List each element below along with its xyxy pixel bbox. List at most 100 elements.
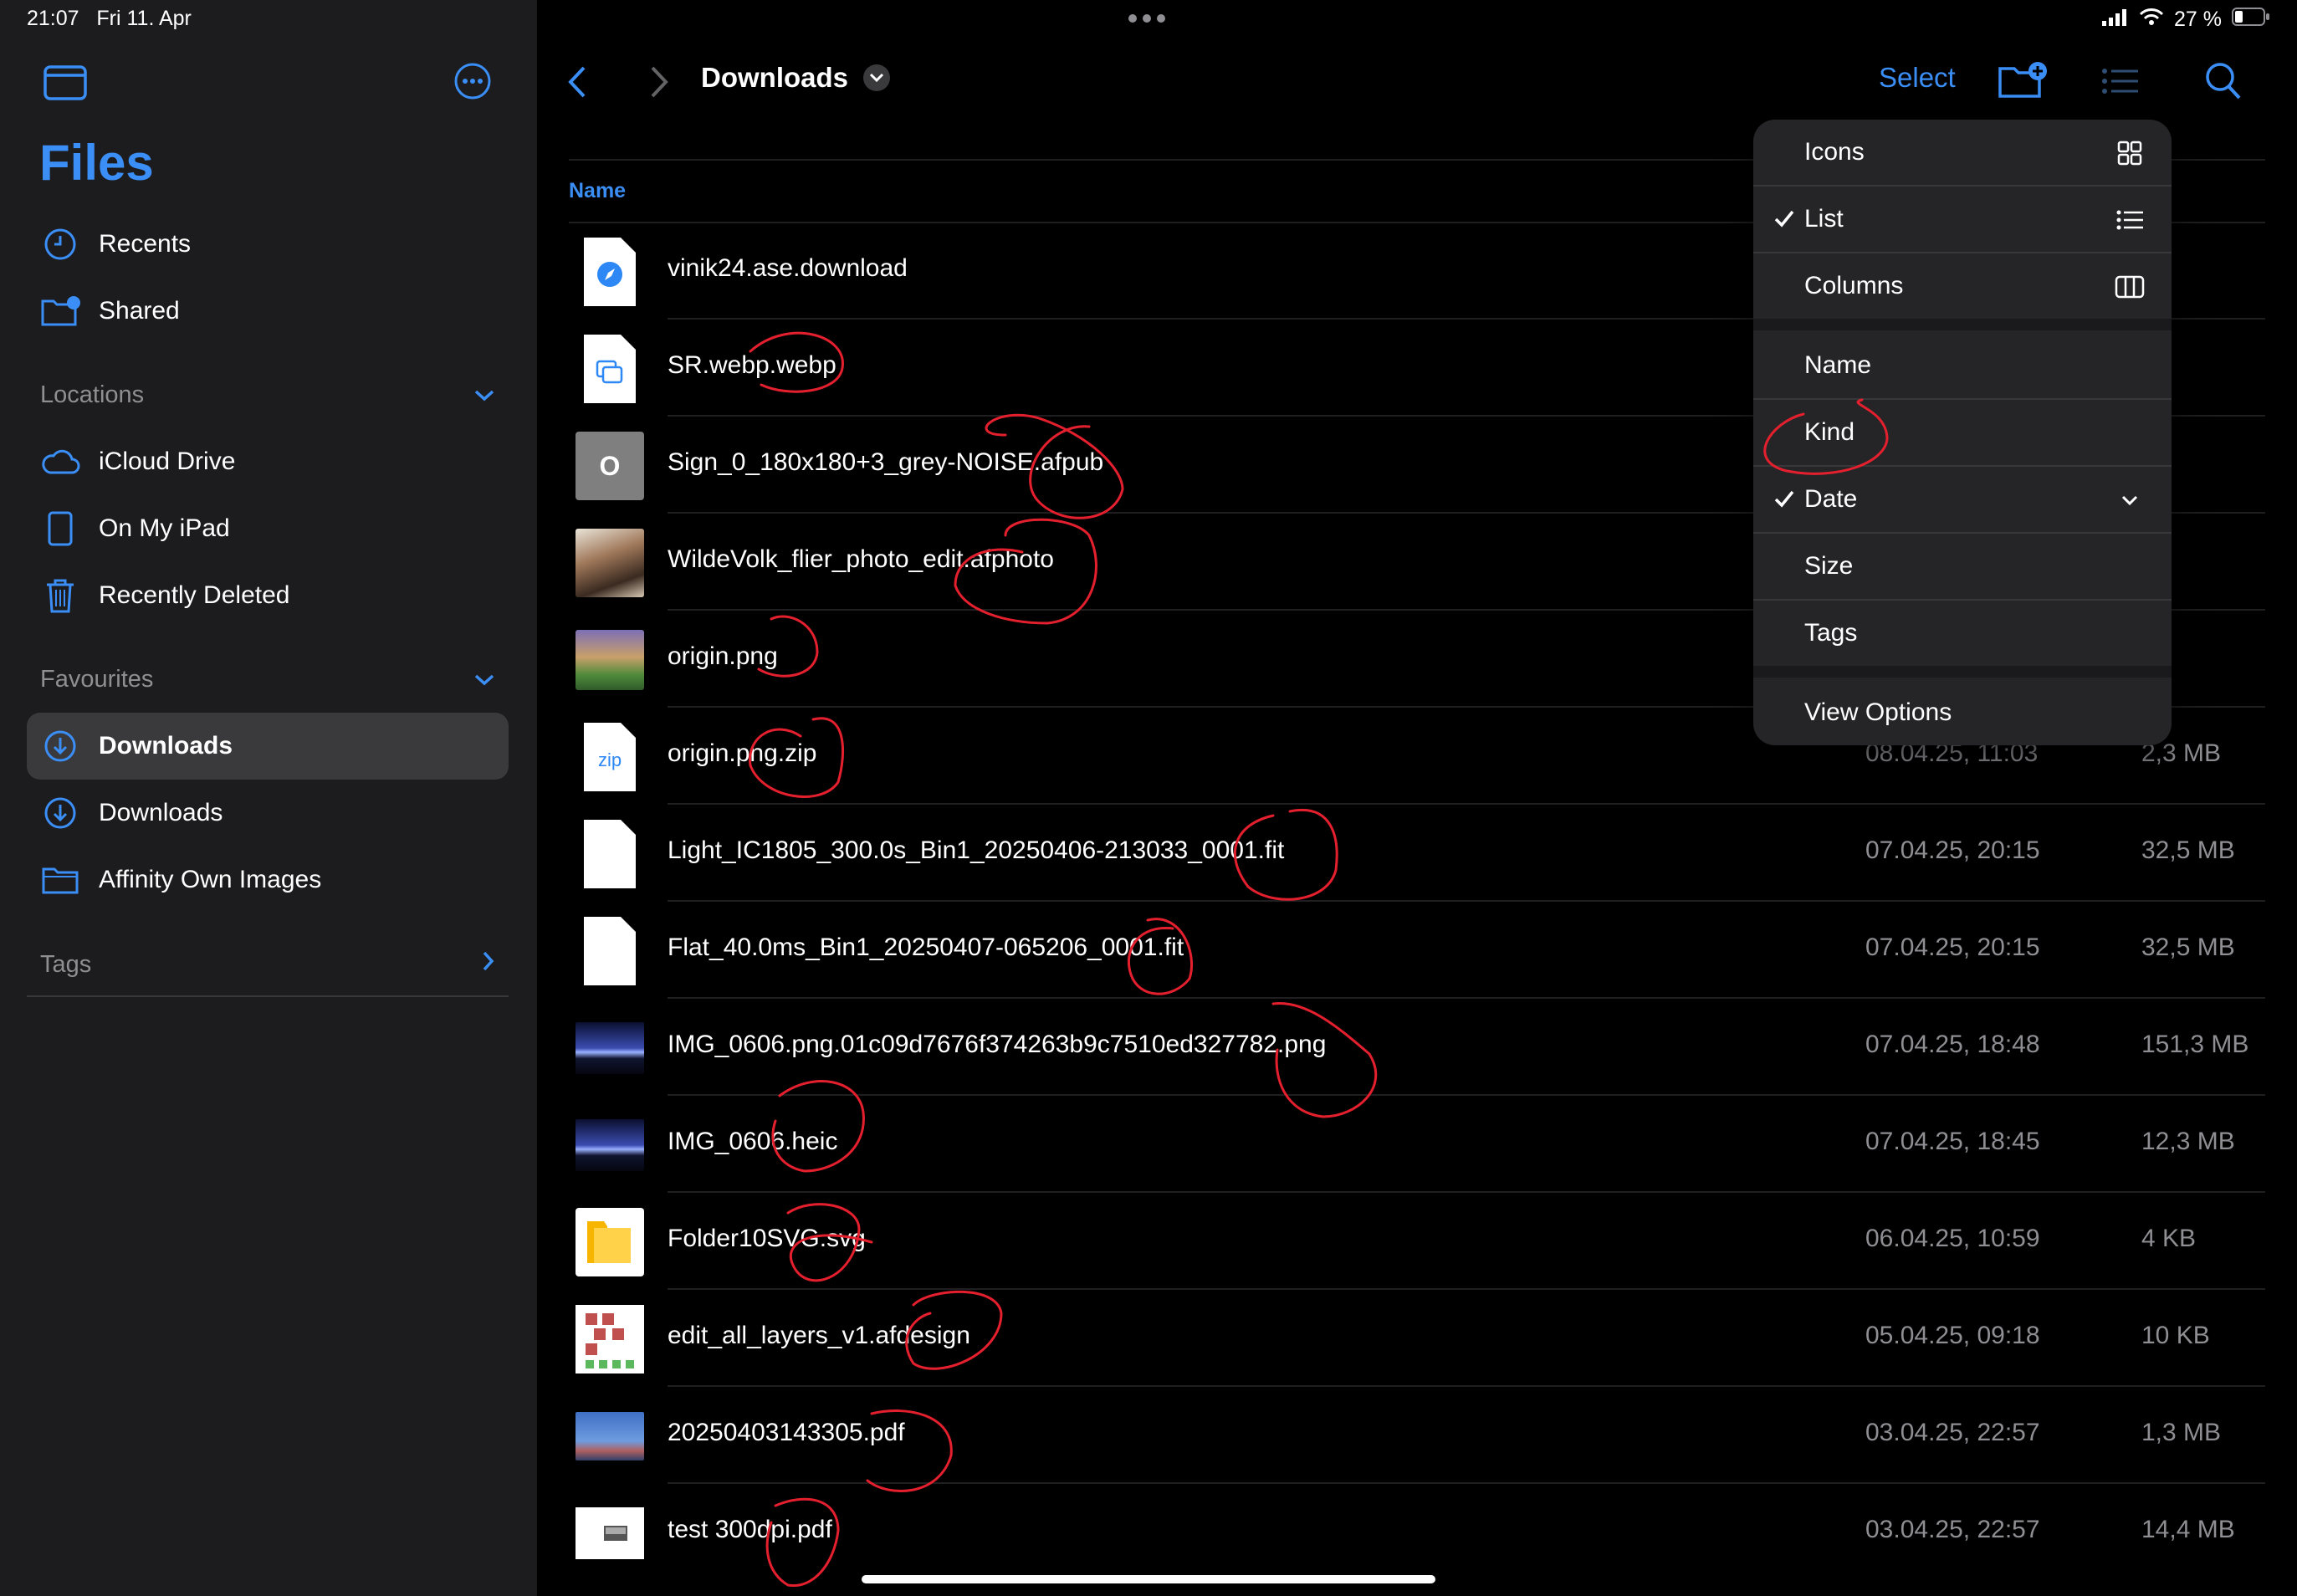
file-row[interactable]: Light_IC1805_300.0s_Bin1_20250406-213033… (569, 805, 2265, 902)
chevron-down-icon (473, 381, 495, 409)
file-name: origin.png (668, 642, 778, 670)
file-name: IMG_0606.heic (668, 1128, 838, 1155)
sidebar-item-label: Affinity Own Images (99, 866, 322, 893)
sidebar-item-icloud-drive[interactable]: iCloud Drive (27, 428, 509, 495)
back-chevron-icon[interactable] (567, 65, 587, 103)
chevron-down-icon (473, 666, 495, 693)
battery-icon (2232, 7, 2270, 33)
status-time: 21:07 (27, 7, 79, 30)
section-title: Locations (40, 381, 145, 408)
file-date: 05.04.25, 09:18 (1865, 1322, 2040, 1349)
app-title: Files (39, 135, 154, 191)
new-folder-icon[interactable] (1998, 60, 2048, 103)
column-header-name[interactable]: Name (569, 179, 626, 203)
menu-group-gap (1753, 319, 2172, 330)
sidebar-item-downloads-2[interactable]: Downloads (27, 780, 509, 847)
file-name: 20250403143305.pdf (668, 1419, 905, 1446)
download-icon (40, 793, 80, 833)
file-date: 07.04.25, 20:15 (1865, 934, 2040, 961)
pixel-grid-thumb (576, 1305, 644, 1373)
file-row[interactable]: IMG_0606.heic 07.04.25, 18:45 12,3 MB (569, 1096, 2265, 1193)
multitasking-dots-icon[interactable] (1128, 12, 1166, 29)
file-row[interactable]: test 300dpi.pdf 03.04.25, 22:57 14,4 MB (569, 1484, 2265, 1581)
sidebar-toggle-icon[interactable] (43, 65, 87, 105)
clock-icon (40, 224, 80, 264)
menu-item-label: View Options (1804, 698, 1952, 726)
menu-item-sort-size[interactable]: Size (1753, 534, 2172, 599)
select-button[interactable]: Select (1879, 62, 1956, 94)
file-size: 151,3 MB (2141, 1031, 2249, 1058)
sidebar-item-recently-deleted[interactable]: Recently Deleted (27, 562, 509, 629)
file-name: Sign_0_180x180+3_grey-NOISE.afpub (668, 448, 1104, 476)
file-size: 32,5 MB (2141, 836, 2235, 864)
chevron-down-icon (2115, 485, 2145, 515)
photo-thumb (576, 529, 644, 597)
menu-item-label: Icons (1804, 138, 1865, 166)
file-row[interactable]: IMG_0606.png.01c09d7676f374263b9c7510ed3… (569, 999, 2265, 1096)
sidebar-item-affinity-own-images[interactable]: Affinity Own Images (27, 847, 509, 913)
more-options-icon[interactable] (453, 62, 492, 105)
menu-item-sort-date[interactable]: Date (1753, 467, 2172, 532)
sidebar-item-on-my-ipad[interactable]: On My iPad (27, 495, 509, 562)
folder-title-button[interactable]: Downloads (701, 62, 891, 94)
menu-item-view-options[interactable]: View Options (1753, 680, 2172, 745)
forward-chevron-icon[interactable] (649, 65, 669, 103)
sidebar-item-recents[interactable]: Recents (27, 211, 509, 278)
yellow-folder-thumb (576, 1208, 644, 1276)
section-title: Favourites (40, 666, 154, 693)
sidebar: 21:07 Fri 11. Apr Files Recents Shared L… (0, 0, 537, 1596)
menu-item-label: Kind (1804, 418, 1855, 446)
file-date: 07.04.25, 20:15 (1865, 836, 2040, 864)
menu-item-icons[interactable]: Icons (1753, 120, 2172, 185)
search-icon[interactable] (2205, 62, 2242, 105)
sidebar-item-label: On My iPad (99, 514, 230, 542)
night-sky-thumb (576, 1014, 644, 1082)
sidebar-item-shared[interactable]: Shared (27, 278, 509, 345)
file-row[interactable]: Flat_40.0ms_Bin1_20250407-065206_0001.fi… (569, 902, 2265, 999)
folder-icon (40, 860, 80, 900)
file-name: Light_IC1805_300.0s_Bin1_20250406-213033… (668, 836, 1285, 864)
page-title: Downloads (701, 62, 849, 93)
file-row[interactable]: edit_all_layers_v1.afdesign 05.04.25, 09… (569, 1290, 2265, 1387)
menu-item-sort-kind[interactable]: Kind (1753, 400, 2172, 465)
file-row[interactable]: 20250403143305.pdf 03.04.25, 22:57 1,3 M… (569, 1387, 2265, 1484)
checkmark-icon (1772, 206, 1797, 231)
zip-doc-icon: zip (576, 723, 644, 791)
file-row[interactable]: Folder10SVG.svg 06.04.25, 10:59 4 KB (569, 1193, 2265, 1290)
sidebar-item-label: iCloud Drive (99, 448, 236, 475)
sidebar-item-label: Recents (99, 230, 192, 258)
safari-doc-icon (576, 238, 644, 306)
pdf-page-thumb (576, 1499, 644, 1568)
menu-item-columns[interactable]: Columns (1753, 253, 2172, 319)
section-title: Tags (40, 950, 92, 978)
sidebar-item-downloads[interactable]: Downloads (27, 713, 509, 780)
file-size: 10 KB (2141, 1322, 2210, 1349)
menu-item-sort-name[interactable]: Name (1753, 333, 2172, 398)
grey-square-o: O (576, 432, 644, 500)
divider (27, 995, 509, 997)
view-options-list-icon[interactable] (2101, 67, 2140, 100)
file-date: 03.04.25, 22:57 (1865, 1516, 2040, 1543)
file-name: origin.png.zip (668, 739, 817, 767)
image-stack-icon (576, 335, 644, 403)
cloud-icon (40, 442, 80, 482)
night-sky-thumb (576, 1111, 644, 1179)
sidebar-item-label: Downloads (99, 732, 233, 760)
file-name: Flat_40.0ms_Bin1_20250407-065206_0001.fi… (668, 934, 1184, 961)
favourites-section-header[interactable]: Favourites (40, 666, 495, 693)
file-size: 12,3 MB (2141, 1128, 2235, 1155)
home-indicator[interactable] (862, 1575, 1435, 1583)
menu-item-sort-tags[interactable]: Tags (1753, 601, 2172, 666)
checkmark-icon (1772, 486, 1797, 511)
menu-item-label: Date (1804, 485, 1858, 513)
file-date: 07.04.25, 18:45 (1865, 1128, 2040, 1155)
locations-section-header[interactable]: Locations (40, 381, 495, 409)
menu-item-label: Tags (1804, 619, 1858, 647)
menu-group-gap (1753, 666, 2172, 678)
file-name: IMG_0606.png.01c09d7676f374263b9c7510ed3… (668, 1031, 1327, 1058)
view-options-menu: Icons List Columns Name Kind Date Size T… (1753, 120, 2172, 745)
ipad-icon (40, 509, 80, 549)
menu-item-list[interactable]: List (1753, 187, 2172, 252)
grid-icon (2115, 138, 2145, 168)
tags-section-header[interactable]: Tags (40, 950, 495, 979)
